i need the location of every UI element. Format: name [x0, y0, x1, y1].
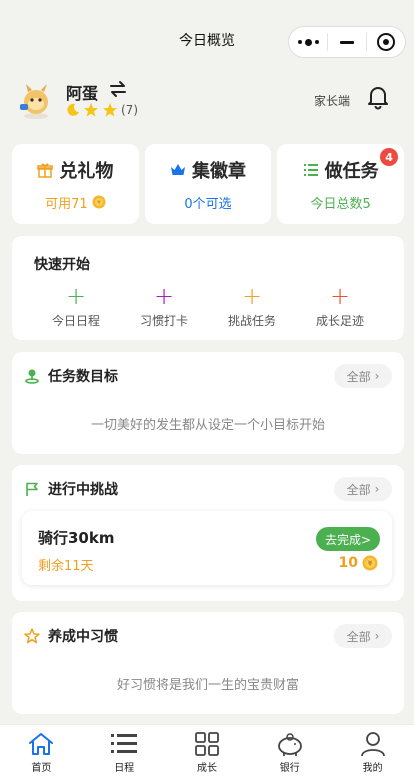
section-title: 养成中习惯: [48, 629, 118, 645]
more-dots-icon: [297, 38, 319, 46]
star-icon: [103, 103, 117, 117]
coin-icon: ¥: [362, 555, 378, 571]
feature-cards: 兑礼物 可用71 ¥ 集徽章 0个可选 4 做任务 今日总数5: [12, 144, 405, 224]
rating-count: (7): [121, 103, 138, 117]
star-outline-icon: [24, 628, 40, 644]
empty-state-text: 一切美好的发生都从设定一个小目标开始: [90, 418, 325, 433]
grid-icon: [195, 732, 219, 756]
available-points: 可用71: [45, 196, 88, 212]
section-title: 快速开始: [34, 257, 90, 273]
star-icon: [84, 103, 98, 117]
piggy-bank-icon: [277, 733, 302, 756]
svg-text:¥: ¥: [97, 200, 101, 207]
tab-schedule[interactable]: 日程: [83, 725, 166, 780]
tab-growth[interactable]: 成长: [166, 725, 249, 780]
minimize-icon: [340, 40, 354, 44]
challenge-remaining: 剩余11天: [38, 559, 94, 574]
home-icon: [29, 733, 54, 755]
quick-challenge-task[interactable]: + 挑战任务: [212, 284, 292, 329]
quick-habit-checkin[interactable]: + 习惯打卡: [124, 284, 204, 329]
task-count-badge: 4: [380, 148, 399, 166]
quick-today-schedule[interactable]: + 今日日程: [36, 284, 116, 329]
tab-home[interactable]: 首页: [0, 725, 83, 780]
view-all-label: 全部: [346, 482, 371, 497]
close-circle-icon: [377, 33, 395, 51]
chevron-right-icon: ›: [374, 629, 380, 643]
plus-icon: +: [241, 282, 263, 310]
habit-panel: 养成中习惯 全部 › 好习惯将是我们一生的宝贵财富: [12, 612, 404, 714]
svg-text:¥: ¥: [368, 560, 373, 568]
tab-label: 我的: [362, 763, 383, 774]
quick-start-panel: 快速开始 + 今日日程 + 习惯打卡 + 挑战任务 + 成长足迹: [12, 236, 404, 340]
quick-item-label: 今日日程: [51, 314, 100, 328]
view-all-button[interactable]: 全部 ›: [334, 624, 392, 648]
user-icon: [360, 732, 385, 757]
mini-program-capsule: [288, 26, 406, 58]
quick-item-label: 成长足迹: [315, 314, 364, 328]
tab-label: 成长: [196, 763, 217, 774]
profile-row: 阿蛋 (7) 家长端: [16, 78, 400, 124]
more-menu-button[interactable]: [289, 27, 327, 57]
parent-mode-link[interactable]: 家长端: [314, 92, 350, 109]
tab-label: 日程: [114, 763, 135, 774]
challenge-name: 骑行30km: [38, 529, 115, 547]
plus-icon: +: [153, 282, 175, 310]
plus-icon: +: [65, 282, 87, 310]
list-icon: [303, 163, 318, 176]
complete-challenge-button[interactable]: 去完成>: [316, 527, 380, 551]
minimize-button[interactable]: [328, 27, 366, 57]
empty-state-text: 好习惯将是我们一生的宝贵财富: [116, 678, 299, 693]
tab-bank[interactable]: 银行: [248, 725, 331, 780]
quick-item-label: 习惯打卡: [139, 314, 188, 328]
list-icon: [111, 734, 138, 753]
card-title: 集徽章: [192, 160, 246, 182]
gift-redeem-card[interactable]: 兑礼物 可用71 ¥: [12, 144, 139, 224]
coin-icon: ¥: [92, 195, 106, 209]
view-all-label: 全部: [346, 369, 371, 384]
quick-item-label: 挑战任务: [227, 314, 276, 328]
avatar[interactable]: [16, 80, 56, 120]
today-task-total: 今日总数5: [310, 196, 371, 212]
user-rating: (7): [66, 102, 138, 118]
moon-icon: [67, 103, 79, 116]
plus-icon: +: [329, 282, 351, 310]
reward-amount: 10: [338, 555, 358, 571]
chevron-right-icon: ›: [374, 482, 380, 496]
bottom-tab-bar: 首页 日程 成长 银行 我的: [0, 724, 414, 780]
badge-collect-card[interactable]: 集徽章 0个可选: [144, 144, 272, 224]
quick-growth-footprint[interactable]: + 成长足迹: [300, 284, 380, 329]
user-name: 阿蛋: [66, 84, 99, 103]
crown-icon: [171, 163, 185, 175]
bell-icon[interactable]: [366, 84, 390, 110]
task-goal-panel: 任务数目标 全部 › 一切美好的发生都从设定一个小目标开始: [12, 352, 404, 454]
view-all-button[interactable]: 全部 ›: [334, 477, 392, 501]
chevron-right-icon: ›: [374, 369, 380, 383]
ongoing-challenge-panel: 进行中挑战 全部 › 骑行30km 剩余11天 去完成> 10 ¥: [12, 465, 404, 601]
switch-account-icon[interactable]: [108, 80, 128, 98]
challenge-card[interactable]: 骑行30km 剩余11天 去完成> 10 ¥: [22, 511, 392, 585]
view-all-label: 全部: [346, 629, 371, 644]
badges-available: 0个可选: [184, 196, 232, 212]
challenge-reward: 10 ¥: [339, 555, 378, 571]
location-pin-icon: [25, 369, 39, 384]
gift-icon: [37, 162, 54, 178]
section-title: 任务数目标: [48, 369, 118, 385]
do-tasks-card[interactable]: 4 做任务 今日总数5: [277, 144, 405, 224]
close-app-button[interactable]: [367, 27, 405, 57]
card-title: 兑礼物: [59, 160, 114, 182]
tab-label: 银行: [279, 763, 300, 774]
section-title: 进行中挑战: [48, 482, 118, 498]
top-bar: 今日概览: [0, 0, 414, 84]
tab-profile[interactable]: 我的: [331, 725, 414, 780]
flag-icon: [26, 482, 38, 496]
view-all-button[interactable]: 全部 ›: [334, 364, 392, 388]
tab-label: 首页: [31, 763, 52, 774]
card-title: 做任务: [324, 160, 379, 182]
